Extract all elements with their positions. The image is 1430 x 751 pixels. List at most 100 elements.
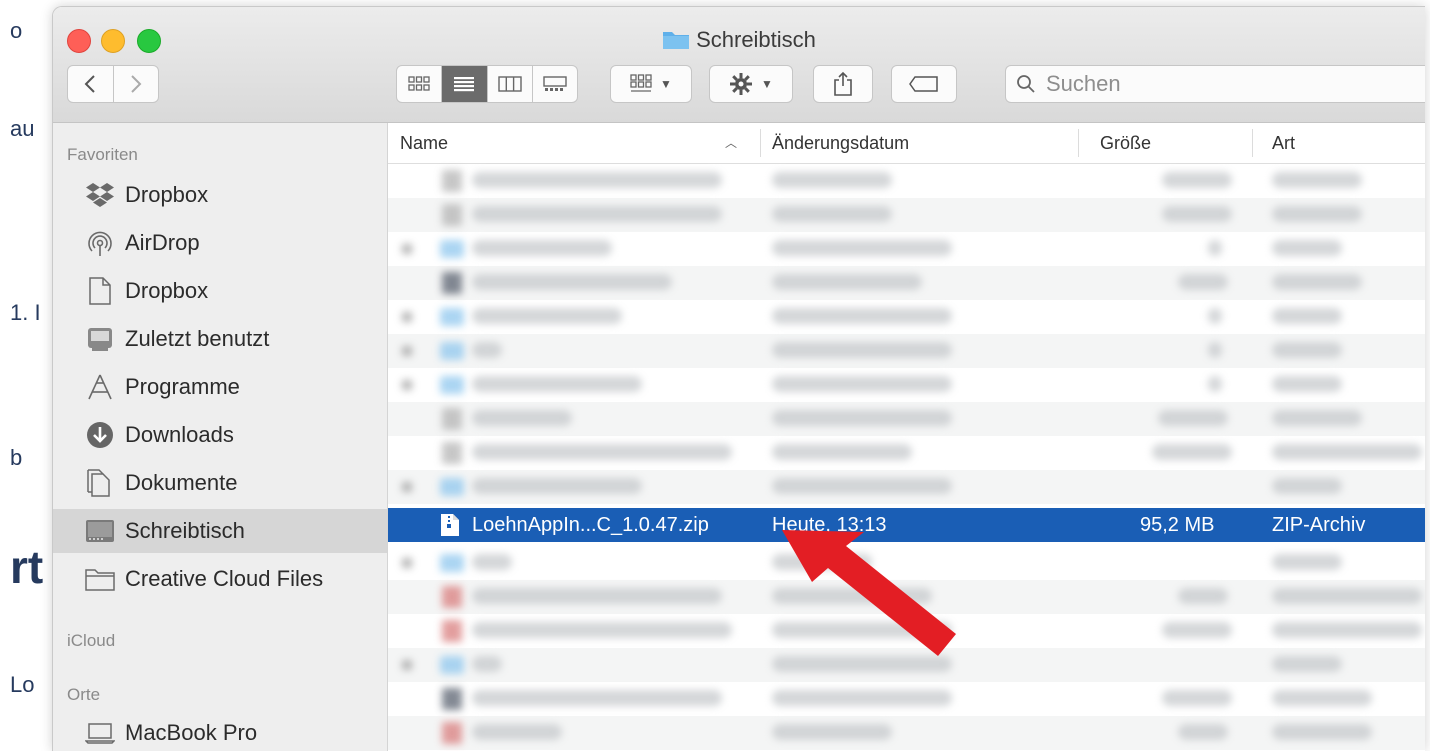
background-document: o au 1. I b rt Lo xyxy=(0,0,60,750)
blurred-folder-icon xyxy=(440,376,464,394)
sidebar-heading-icloud: iCloud xyxy=(67,631,116,650)
search-icon xyxy=(1017,75,1035,93)
forward-button[interactable] xyxy=(112,66,159,102)
blurred-disclosure xyxy=(402,558,412,568)
column-name-header[interactable]: Name xyxy=(400,123,448,163)
table-row[interactable] xyxy=(388,368,1425,402)
chevron-left-icon xyxy=(84,75,95,93)
blurred-text xyxy=(1162,172,1232,188)
share-icon xyxy=(834,71,852,96)
blurred-text xyxy=(1272,308,1342,324)
blurred-text xyxy=(472,656,502,672)
sidebar-item-zuletzt-benutzt[interactable]: Zuletzt benutzt xyxy=(53,317,387,361)
search-field[interactable] xyxy=(1005,65,1425,103)
window-title-text: Schreibtisch xyxy=(696,27,816,52)
folder-icon xyxy=(662,28,690,56)
table-row[interactable] xyxy=(388,198,1425,232)
blurred-file-icon xyxy=(442,170,462,192)
blurred-text xyxy=(772,376,952,392)
laptop-icon xyxy=(83,716,117,750)
blurred-text xyxy=(1272,478,1342,494)
dropbox-icon xyxy=(83,178,117,212)
table-row[interactable] xyxy=(388,164,1425,198)
table-row[interactable] xyxy=(388,716,1425,750)
sidebar-item-label: Dropbox xyxy=(125,278,209,303)
blurred-disclosure xyxy=(402,346,412,356)
gallery-view-button[interactable] xyxy=(531,66,577,102)
blurred-text xyxy=(772,308,952,324)
sort-ascending-icon: ︿ xyxy=(725,136,738,150)
blurred-text xyxy=(472,724,562,740)
sidebar-item-programme[interactable]: Programme xyxy=(53,365,387,409)
column-header: Name ︿ Änderungsdatum Größe Art xyxy=(388,123,1425,164)
blurred-disclosure xyxy=(402,244,412,254)
blurred-folder-icon xyxy=(440,656,464,674)
table-row[interactable] xyxy=(388,436,1425,470)
blurred-folder-icon xyxy=(440,308,464,326)
blurred-text xyxy=(472,588,722,604)
sidebar-item-schreibtisch[interactable]: Schreibtisch xyxy=(53,509,387,553)
list-view-button[interactable] xyxy=(441,66,487,102)
sidebar-item-macbook-pro[interactable]: MacBook Pro xyxy=(53,711,387,751)
blurred-text xyxy=(1272,690,1372,706)
column-kind-header[interactable]: Art xyxy=(1272,123,1295,163)
folder-icon xyxy=(83,562,117,596)
back-button[interactable] xyxy=(68,66,113,102)
blurred-text xyxy=(1208,308,1222,324)
sidebar-item-airdrop[interactable]: AirDrop xyxy=(53,221,387,265)
sidebar-item-label: Creative Cloud Files xyxy=(125,566,324,591)
sidebar-item-downloads[interactable]: Downloads xyxy=(53,413,387,457)
sidebar-item-dokumente[interactable]: Dokumente xyxy=(53,461,387,505)
bg-text-fragment: o xyxy=(10,18,23,43)
blurred-text xyxy=(1162,206,1232,222)
action-menu-button[interactable]: ▼ xyxy=(709,65,793,103)
column-divider xyxy=(1078,129,1079,157)
group-by-button[interactable]: ▼ xyxy=(610,65,692,103)
blurred-text xyxy=(772,342,952,358)
search-input[interactable] xyxy=(1044,70,1408,98)
recents-icon xyxy=(83,322,117,356)
blurred-text xyxy=(472,376,642,392)
blurred-folder-icon xyxy=(440,554,464,572)
downloads-icon xyxy=(83,418,117,452)
blurred-text xyxy=(772,172,892,188)
sidebar-item-creative-cloud-files[interactable]: Creative Cloud Files xyxy=(53,557,387,601)
blurred-text xyxy=(1178,724,1228,740)
column-date-header[interactable]: Änderungsdatum xyxy=(772,123,909,163)
blurred-file-icon xyxy=(442,204,462,226)
column-view-button[interactable] xyxy=(486,66,532,102)
file-size: 95,2 MB xyxy=(1140,514,1215,536)
table-row[interactable] xyxy=(388,300,1425,334)
sidebar-item-label: Dropbox xyxy=(125,182,209,207)
annotation-arrow xyxy=(782,530,956,656)
bg-text-fragment: b xyxy=(10,445,23,470)
blurred-file-icon xyxy=(442,442,462,464)
tag-icon xyxy=(909,76,938,92)
table-row[interactable] xyxy=(388,402,1425,436)
sidebar-item-dropbox[interactable]: Dropbox xyxy=(53,173,387,217)
table-row[interactable] xyxy=(388,334,1425,368)
sidebar-item-label: MacBook Pro xyxy=(125,720,258,745)
table-row[interactable] xyxy=(388,266,1425,300)
table-row[interactable] xyxy=(388,470,1425,504)
airdrop-icon xyxy=(83,226,117,260)
blurred-text xyxy=(1162,622,1232,638)
blurred-text xyxy=(1272,410,1362,426)
sidebar-item-label: Zuletzt benutzt xyxy=(125,326,270,351)
bg-text-fragment: Lo xyxy=(10,672,35,697)
table-row[interactable] xyxy=(388,682,1425,716)
blurred-text xyxy=(472,410,572,426)
icon-view-button[interactable] xyxy=(397,66,441,102)
sidebar-item-dropbox-folder[interactable]: Dropbox xyxy=(53,269,387,313)
tag-button[interactable] xyxy=(891,65,957,103)
blurred-text xyxy=(772,444,912,460)
blurred-file-icon xyxy=(442,272,462,294)
blurred-text xyxy=(772,478,952,494)
blurred-file-icon xyxy=(442,722,462,744)
blurred-text xyxy=(1208,342,1222,358)
zip-file-icon xyxy=(441,514,459,536)
sidebar-item-label: AirDrop xyxy=(125,230,200,255)
column-size-header[interactable]: Größe xyxy=(1100,123,1151,163)
table-row[interactable] xyxy=(388,232,1425,266)
share-button[interactable] xyxy=(813,65,873,103)
